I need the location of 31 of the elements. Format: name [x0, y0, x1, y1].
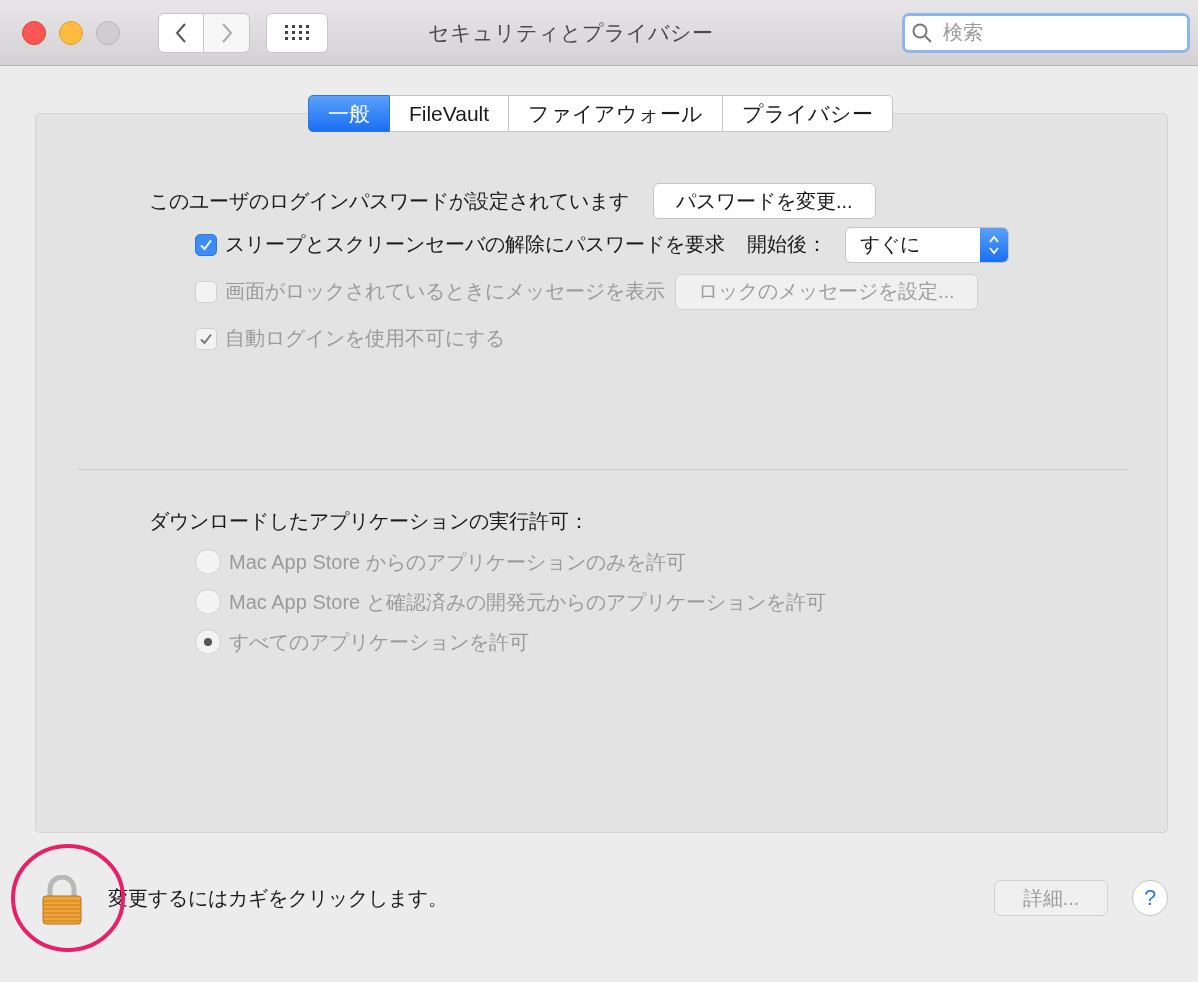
- help-button[interactable]: ?: [1132, 880, 1168, 916]
- tab[interactable]: ファイアウォール: [509, 95, 724, 132]
- delay-popup[interactable]: すぐに: [845, 226, 1009, 263]
- search-icon: [911, 21, 933, 44]
- chevron-right-icon: [219, 21, 234, 44]
- show-all-button[interactable]: [266, 12, 328, 53]
- tab[interactable]: プライバシー: [723, 95, 894, 132]
- close-button[interactable]: [22, 20, 46, 45]
- checkbox-label: 画面がロックされているときにメッセージを表示: [225, 279, 665, 304]
- radio-label: Mac App Store と確認済みの開発元からのアプリケーションを許可: [229, 589, 826, 615]
- zoom-button[interactable]: [96, 20, 120, 45]
- tab[interactable]: 一般: [307, 95, 390, 132]
- radio-label: Mac App Store からのアプリケーションのみを許可: [229, 549, 686, 575]
- checkbox[interactable]: [195, 233, 217, 256]
- password-status-text: このユーザのログインパスワードが設定されています: [149, 188, 629, 214]
- back-button[interactable]: [158, 12, 204, 53]
- checkbox-label: スリープとスクリーンセーバの解除にパスワードを要求: [225, 232, 725, 257]
- change-password-button[interactable]: パスワードを変更...: [653, 183, 876, 219]
- forward-button[interactable]: [204, 12, 250, 53]
- grid-icon: [284, 23, 310, 42]
- up-down-arrows-icon: [988, 233, 1000, 256]
- minimize-button[interactable]: [59, 20, 83, 45]
- window-title: セキュリティとプライバシー: [426, 19, 714, 46]
- tab[interactable]: FileVault: [389, 95, 510, 132]
- checkbox-label: 自動ログインを使用不可にする: [225, 326, 505, 351]
- popup-label: 開始後：: [747, 232, 827, 257]
- padlock-icon[interactable]: [40, 875, 84, 925]
- search-field[interactable]: 検索: [902, 12, 1190, 53]
- radio-label: すべてのアプリケーションを許可: [229, 629, 529, 655]
- chevron-left-icon: [174, 21, 188, 44]
- downloads-heading: ダウンロードしたアプリケーションの実行許可：: [149, 509, 590, 534]
